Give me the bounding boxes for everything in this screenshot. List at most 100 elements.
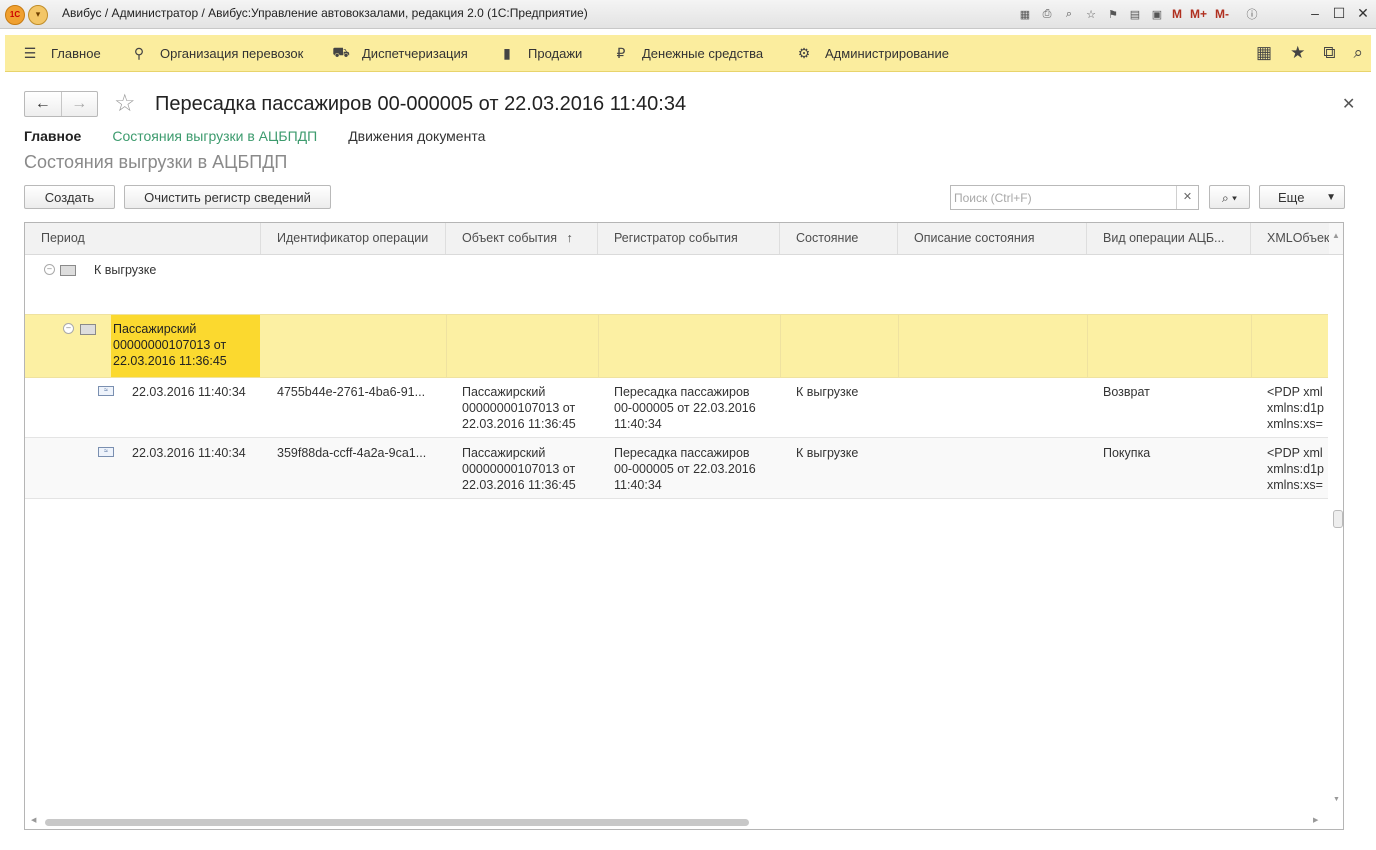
cell-registrar: Пересадка пассажиров 00-000005 от 22.03.…: [614, 446, 756, 492]
column-header-state[interactable]: Состояние: [780, 223, 898, 254]
grid-menu-icon[interactable]: ▦: [1256, 43, 1272, 63]
bookmark-icon[interactable]: ⚑: [1104, 5, 1122, 23]
sort-ascending-icon: ↑: [566, 231, 573, 245]
form-title: Пересадка пассажиров 00-000005 от 22.03.…: [155, 93, 687, 115]
column-divider: [446, 315, 447, 377]
search-field: ✕: [950, 185, 1199, 210]
column-divider: [898, 315, 899, 377]
ruble-icon: ₽: [616, 44, 626, 61]
close-window-icon[interactable]: ✕: [1356, 4, 1370, 22]
favorites-add-icon[interactable]: ☆: [1082, 5, 1100, 23]
record-icon: ≈: [98, 386, 114, 396]
history-icon[interactable]: ⧉: [1323, 43, 1335, 63]
navigation-buttons: ← →: [24, 91, 98, 117]
vertical-scrollbar-thumb[interactable]: [1333, 510, 1343, 528]
more-button[interactable]: Еще ▼: [1259, 185, 1345, 209]
cell-period: 22.03.2016 11:40:34: [132, 446, 246, 460]
favorites-icon[interactable]: ★: [1290, 43, 1305, 63]
bus-icon: ⛟: [332, 43, 350, 60]
column-header-operation-type[interactable]: Вид операции АЦБ...: [1087, 223, 1251, 254]
cell-object: Пассажирский 00000000107013 от 22.03.201…: [462, 446, 576, 492]
column-header-object[interactable]: Объект события ↑: [446, 223, 598, 254]
memory-button[interactable]: M: [1170, 5, 1184, 23]
calculator-icon[interactable]: ▤: [1126, 5, 1144, 23]
back-arrow-icon[interactable]: ←: [25, 92, 61, 116]
title-toolbar: ▦ ⎙ ⌕ ☆ ⚑ ▤ ▣ M M+ M- ⓘ: [1016, 4, 1261, 24]
column-header-xml[interactable]: XMLОбъект: [1251, 223, 1329, 254]
column-divider: [780, 315, 781, 377]
form-tabs: Главное Состояния выгрузки в АЦБПДП Движ…: [24, 128, 516, 144]
window-title: Авибус / Администратор / Авибус:Управлен…: [62, 6, 588, 20]
section-tools: ▦ ★ ⧉ ⌕: [1256, 35, 1363, 71]
group-row-object[interactable]: – Пассажирский 00000000107013 от 22.03.2…: [25, 314, 1328, 378]
cell-registrar: Пересадка пассажиров 00-000005 от 22.03.…: [614, 385, 756, 431]
app-logo-icon[interactable]: 1C: [5, 5, 25, 25]
bag-icon: ▮: [503, 44, 511, 61]
chevron-down-icon: ▼: [1326, 192, 1336, 203]
tab-document-movements[interactable]: Движения документа: [348, 128, 485, 144]
collapse-icon[interactable]: –: [44, 264, 55, 275]
cell-operation-type: Покупка: [1103, 446, 1151, 460]
scroll-left-icon[interactable]: ◀: [31, 816, 36, 824]
group-folder-icon: [60, 265, 76, 276]
horizontal-scrollbar-thumb[interactable]: [45, 819, 749, 826]
cell-object: Пассажирский 00000000107013 от 22.03.201…: [462, 385, 576, 431]
search-options-button[interactable]: ⌕ ▾: [1209, 185, 1250, 209]
cell-period: 22.03.2016 11:40:34: [132, 385, 246, 399]
window-controls: – ☐ ✕: [1308, 4, 1370, 22]
cell-xml: <PDP xml xmlns:d1p xmlns:xs=: [1267, 446, 1324, 492]
column-header-operation-id[interactable]: Идентификатор операции: [261, 223, 446, 254]
info-icon[interactable]: ⓘ: [1243, 5, 1261, 23]
search-icon: ⌕: [1221, 191, 1229, 205]
cell-operation-id: 359f88da-ccff-4a2a-9ca1...: [277, 446, 427, 460]
tab-export-states[interactable]: Состояния выгрузки в АЦБПДП: [112, 128, 317, 144]
column-header-period[interactable]: Период: [25, 223, 261, 254]
save-icon[interactable]: ▦: [1016, 5, 1034, 23]
memory-minus-button[interactable]: M-: [1213, 5, 1231, 23]
section-transport[interactable]: ⚲ Организация перевозок: [130, 35, 303, 71]
search-icon[interactable]: ⌕: [1353, 43, 1363, 63]
section-dispatch[interactable]: ⛟ Диспетчеризация: [332, 35, 468, 71]
section-sales[interactable]: ▮ Продажи: [498, 35, 582, 71]
maximize-icon[interactable]: ☐: [1332, 4, 1346, 22]
table-header: Период Идентификатор операции Объект соб…: [25, 223, 1343, 255]
register-table: Период Идентификатор операции Объект соб…: [24, 222, 1344, 830]
section-main[interactable]: ☰ Главное: [21, 35, 101, 71]
column-divider: [1251, 315, 1252, 377]
section-admin[interactable]: ⚙ Администрирование: [795, 35, 949, 71]
scroll-right-icon[interactable]: ▶: [1313, 816, 1318, 824]
column-header-registrar[interactable]: Регистратор события: [598, 223, 780, 254]
minimize-icon[interactable]: –: [1308, 4, 1322, 22]
column-divider: [1087, 315, 1088, 377]
chevron-down-icon: ▾: [1232, 191, 1238, 205]
tab-main[interactable]: Главное: [24, 128, 81, 144]
close-form-icon[interactable]: ✕: [1342, 94, 1355, 114]
main-menu-icon[interactable]: ▾: [28, 5, 48, 25]
calendar-icon[interactable]: ▣: [1148, 5, 1166, 23]
scroll-up-icon[interactable]: ▲: [1329, 223, 1343, 254]
table-row[interactable]: ≈ 22.03.2016 11:40:34 4755b44e-2761-4ba6…: [25, 377, 1328, 438]
search-input[interactable]: [954, 189, 1174, 206]
favorite-star-icon[interactable]: ☆: [114, 89, 136, 118]
clear-register-button[interactable]: Очистить регистр сведений: [124, 185, 331, 209]
preview-icon[interactable]: ⌕: [1060, 5, 1078, 23]
create-button[interactable]: Создать: [24, 185, 115, 209]
cell-operation-id: 4755b44e-2761-4ba6-91...: [277, 385, 426, 399]
collapse-icon[interactable]: –: [63, 323, 74, 334]
pin-icon: ⚲: [133, 44, 145, 61]
cell-state: К выгрузке: [796, 446, 859, 460]
column-header-state-description[interactable]: Описание состояния: [898, 223, 1087, 254]
print-icon[interactable]: ⎙: [1038, 5, 1056, 23]
group-folder-icon: [80, 324, 96, 335]
sections-panel: ☰ Главное ⚲ Организация перевозок ⛟ Дисп…: [5, 35, 1371, 72]
menu-icon: ☰: [23, 44, 37, 61]
clear-search-icon[interactable]: ✕: [1176, 186, 1198, 209]
cell-state: К выгрузке: [796, 385, 859, 399]
memory-plus-button[interactable]: M+: [1188, 5, 1209, 23]
group-row-state[interactable]: – К выгрузке: [25, 255, 1328, 314]
scroll-down-icon[interactable]: ▼: [1333, 796, 1340, 803]
list-subtitle: Состояния выгрузки в АЦБПДП: [24, 152, 288, 172]
table-row[interactable]: ≈ 22.03.2016 11:40:34 359f88da-ccff-4a2a…: [25, 438, 1328, 499]
section-money[interactable]: ₽ Денежные средства: [612, 35, 764, 71]
forward-arrow-icon[interactable]: →: [60, 92, 98, 116]
